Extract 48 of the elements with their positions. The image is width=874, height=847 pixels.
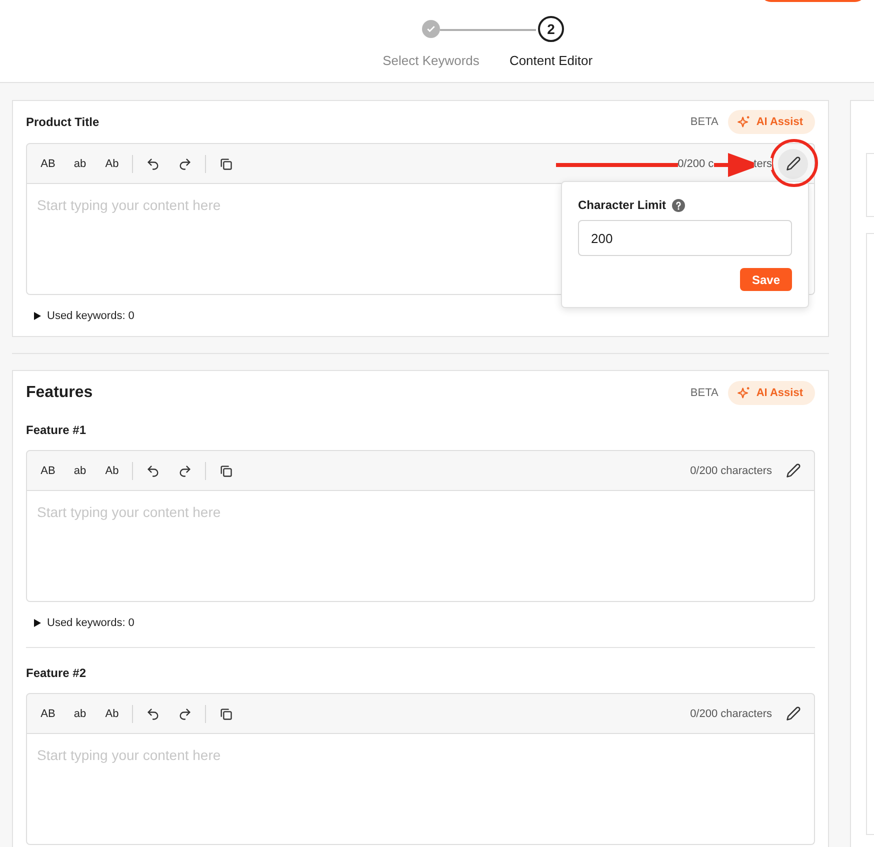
field-label: Feature #1	[26, 423, 88, 437]
limit-input[interactable]: 200	[578, 220, 792, 256]
case-button[interactable]: AB	[32, 458, 64, 484]
case-button[interactable]: ab	[64, 700, 96, 726]
beta-label: BETA	[690, 387, 718, 399]
used-keywords-toggle[interactable]: Used keywords: 0	[26, 617, 134, 629]
field-label: Feature #2	[26, 666, 88, 680]
section-title: Features	[26, 384, 93, 402]
copy-icon	[219, 156, 233, 170]
content-field[interactable]: Start typing your content here	[26, 491, 815, 602]
redo-icon	[178, 156, 192, 170]
caret-icon	[34, 312, 41, 320]
check-icon	[426, 24, 436, 34]
case-button[interactable]: Ab	[96, 150, 128, 176]
content-field[interactable]: Start typing your content here	[26, 734, 815, 845]
case-button[interactable]: ab	[64, 458, 96, 484]
edit-limit-button[interactable]	[778, 148, 808, 178]
step-label[interactable]: Content Editor	[509, 53, 593, 68]
character-count: ters	[754, 158, 772, 170]
sparkle-icon	[737, 115, 752, 129]
redo-icon	[178, 706, 192, 720]
help-icon	[672, 198, 686, 212]
step-number: 2	[547, 21, 555, 37]
pencil-icon	[786, 706, 800, 721]
case-button[interactable]: AB	[32, 700, 64, 726]
character-count: 0/200 characters	[690, 464, 772, 476]
case-button[interactable]: Ab	[96, 458, 128, 484]
redo-icon	[178, 464, 192, 478]
highlight-ring	[770, 139, 818, 187]
sparkle-icon	[737, 386, 752, 400]
pencil-icon	[786, 156, 800, 171]
pencil-icon	[786, 463, 800, 478]
undo-icon	[146, 156, 160, 170]
popover-label: Character Limit	[578, 198, 666, 212]
section-title: Product Title	[26, 115, 100, 129]
character-count: 0/200 c	[678, 158, 714, 170]
used-keywords-toggle[interactable]: Used keywords: 0	[26, 310, 134, 322]
step-label[interactable]: Select Keywords	[382, 53, 480, 68]
case-button[interactable]: ab	[64, 150, 96, 176]
copy-icon	[219, 464, 233, 478]
copy-icon	[219, 706, 233, 720]
case-button[interactable]: Ab	[96, 700, 128, 726]
undo-icon	[146, 464, 160, 478]
undo-icon	[146, 706, 160, 720]
case-button[interactable]: AB	[32, 150, 64, 176]
caret-icon	[34, 619, 41, 627]
beta-label: BETA	[690, 116, 718, 128]
character-count: 0/200 characters	[690, 708, 772, 720]
